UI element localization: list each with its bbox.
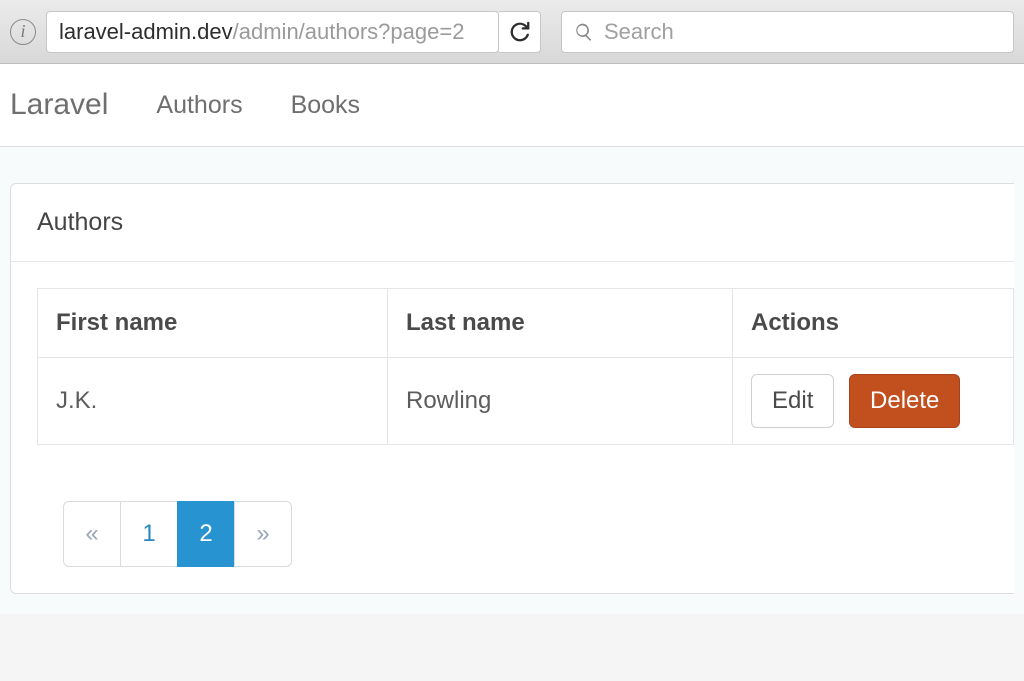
- edit-button[interactable]: Edit: [751, 374, 834, 428]
- search-placeholder: Search: [604, 19, 674, 45]
- authors-table: First name Last name Actions J.K. Rowlin…: [37, 288, 1014, 445]
- brand[interactable]: Laravel: [10, 88, 108, 122]
- browser-toolbar: i laravel-admin.dev/admin/authors?page=2…: [0, 0, 1024, 64]
- card-title: Authors: [11, 184, 1014, 262]
- delete-button[interactable]: Delete: [849, 374, 960, 428]
- col-header-first-name: First name: [38, 289, 388, 358]
- authors-card: Authors First name Last name Actions J.K…: [10, 183, 1014, 594]
- page-prev[interactable]: «: [63, 501, 121, 567]
- pagination: « 1 2 »: [63, 501, 1014, 567]
- table-row: J.K. Rowling Edit Delete: [38, 358, 1014, 445]
- cell-actions: Edit Delete: [733, 358, 1014, 445]
- reload-icon: [509, 21, 531, 43]
- content-area: Authors First name Last name Actions J.K…: [0, 147, 1024, 614]
- nav-link-authors[interactable]: Authors: [156, 91, 242, 120]
- col-header-actions: Actions: [733, 289, 1014, 358]
- cell-last-name: Rowling: [388, 358, 733, 445]
- url-path: /admin/authors?page=2: [233, 19, 465, 45]
- url-host: laravel-admin.dev: [59, 19, 233, 45]
- cell-first-name: J.K.: [38, 358, 388, 445]
- address-bar[interactable]: laravel-admin.dev/admin/authors?page=2: [46, 11, 499, 53]
- app-header: Laravel Authors Books: [0, 64, 1024, 147]
- search-bar[interactable]: Search: [561, 11, 1014, 53]
- nav-link-books[interactable]: Books: [291, 91, 360, 120]
- col-header-last-name: Last name: [388, 289, 733, 358]
- page-next[interactable]: »: [234, 501, 292, 567]
- page-2[interactable]: 2: [177, 501, 235, 567]
- page-1[interactable]: 1: [120, 501, 178, 567]
- reload-button[interactable]: [499, 11, 541, 53]
- search-icon: [574, 22, 594, 42]
- site-info-icon[interactable]: i: [10, 19, 36, 45]
